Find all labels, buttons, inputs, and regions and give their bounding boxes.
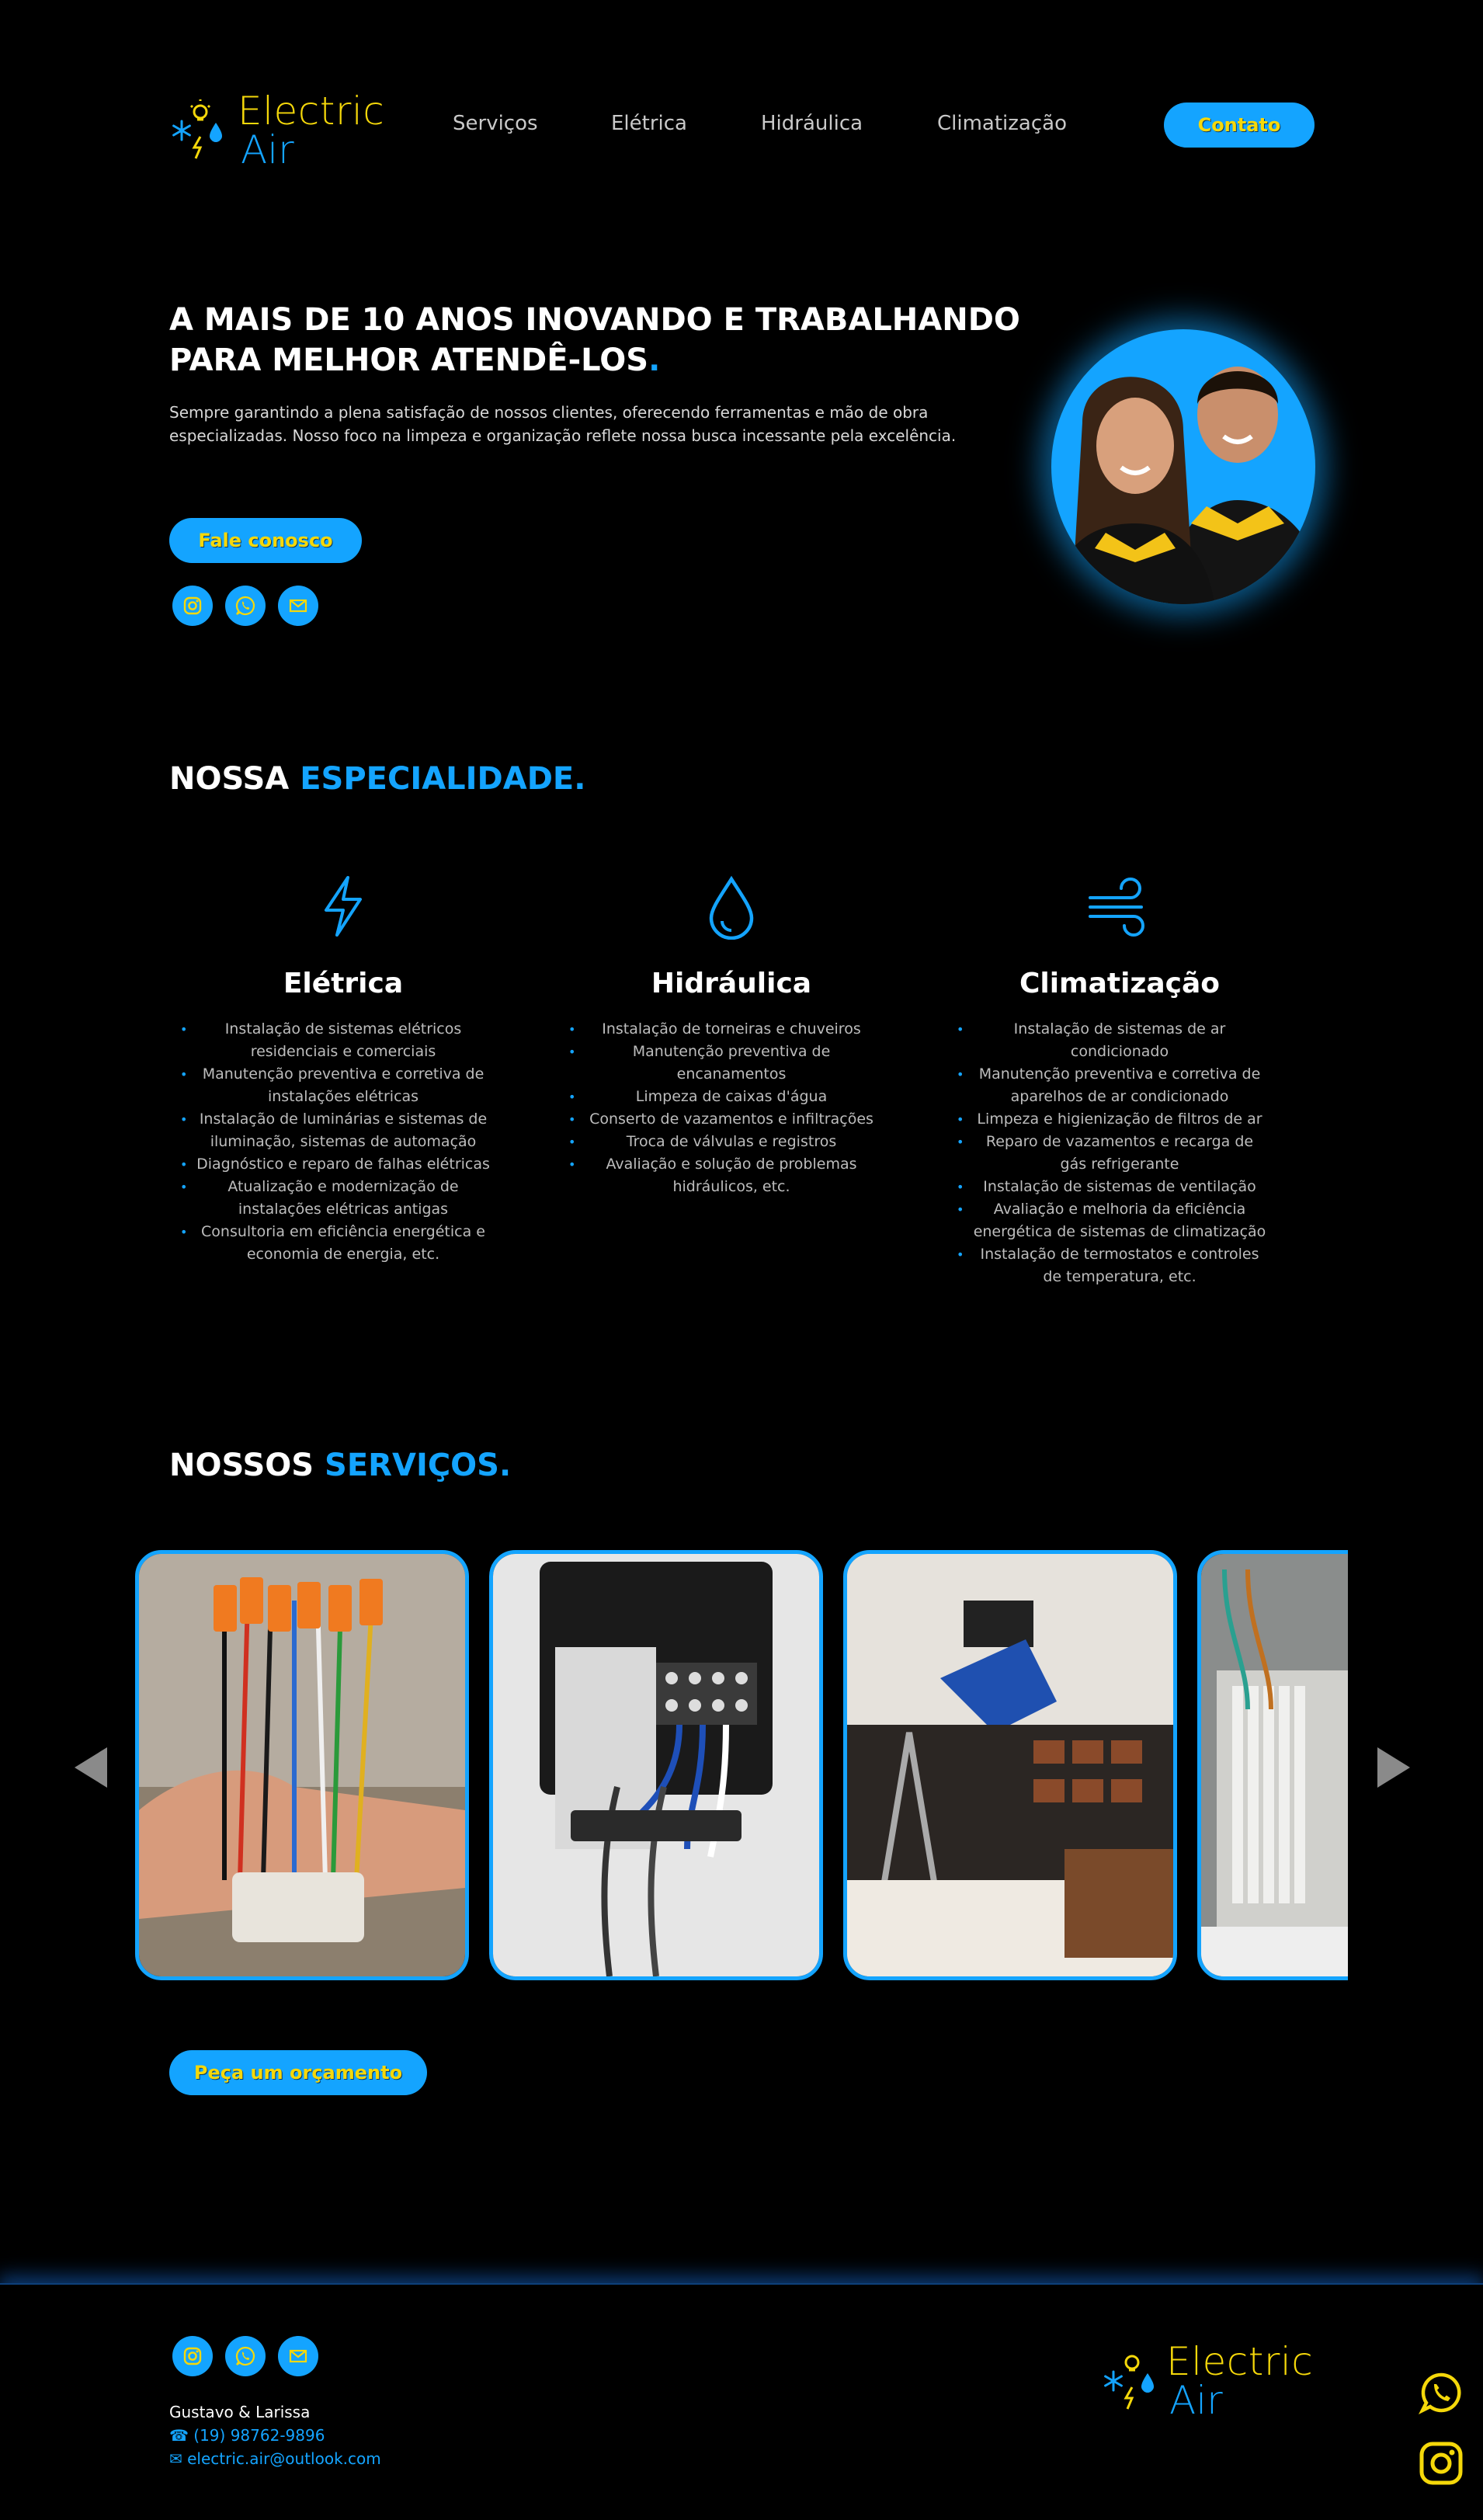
hero-email-button[interactable] — [278, 586, 318, 626]
nav-hidraulica[interactable]: Hidráulica — [761, 112, 863, 135]
services-section-title: NOSSOS SERVIÇOS. — [169, 1448, 511, 1483]
list-item: Instalação de termostatos e controles de… — [957, 1243, 1283, 1288]
list-item: Instalação de sistemas de ar condicionad… — [957, 1018, 1283, 1063]
snowflake-icon — [172, 120, 191, 141]
water-drop-icon — [709, 875, 754, 940]
list-item: Instalação de sistemas elétricos residen… — [180, 1018, 506, 1063]
footer-logo[interactable]: Electric Air — [1101, 2342, 1313, 2420]
hero-title: A MAIS DE 10 ANOS INOVANDO E TRABALHANDO… — [169, 300, 1031, 381]
specialty-title-plain: NOSSA — [169, 761, 300, 797]
list-item: Instalação de luminárias e sistemas de i… — [180, 1108, 506, 1153]
mail-icon — [289, 2349, 307, 2363]
contact-button[interactable]: Contato — [1164, 103, 1315, 148]
logo-text-air: Air — [1169, 2378, 1223, 2423]
service-photo-store-ceiling[interactable] — [843, 1550, 1177, 1980]
whatsapp-icon — [235, 596, 255, 616]
footer-owner-names: Gustavo & Larissa — [169, 2403, 311, 2421]
list-item: Troca de válvulas e registros — [568, 1131, 894, 1153]
service-photo-electrical-panel[interactable] — [1197, 1550, 1348, 1980]
specialty-list-eletrica: Instalação de sistemas elétricos residen… — [180, 1018, 506, 1266]
list-item: Manutenção preventiva e corretiva de apa… — [957, 1063, 1283, 1108]
small-drop-icon — [1141, 2373, 1154, 2393]
specialty-title-highlight: ESPECIALIDADE. — [300, 761, 586, 797]
specialty-column-climatizacao: Climatização Instalação de sistemas de a… — [957, 968, 1283, 1288]
footer-phone[interactable]: ☎ (19) 98762-9896 — [169, 2426, 325, 2445]
specialty-list-climatizacao: Instalação de sistemas de ar condicionad… — [957, 1018, 1283, 1288]
list-item: Avaliação e melhoria da eficiência energ… — [957, 1198, 1283, 1243]
small-drop-icon — [210, 123, 222, 142]
hero-whatsapp-button[interactable] — [225, 586, 266, 626]
footer-instagram-button[interactable] — [172, 2336, 213, 2376]
nav-climatizacao[interactable]: Climatização — [937, 112, 1067, 135]
services-title-highlight: SERVIÇOS. — [325, 1448, 512, 1483]
hero-couple-photo — [1051, 329, 1315, 604]
floating-whatsapp-button[interactable] — [1418, 2370, 1464, 2417]
logo-text-electric: Electric — [238, 89, 385, 134]
list-item: Limpeza de caixas d'água — [568, 1086, 894, 1108]
lightbulb-icon — [1124, 2355, 1140, 2372]
couple-illustration — [1051, 367, 1315, 604]
hero-title-text: A MAIS DE 10 ANOS INOVANDO E TRABALHANDO… — [169, 302, 1020, 378]
header-logo[interactable]: Electric Air — [169, 92, 384, 169]
talk-to-us-button[interactable]: Fale conosco — [169, 518, 362, 563]
small-bolt-icon — [1124, 2386, 1134, 2410]
specialty-list-hidraulica: Instalação de torneiras e chuveiros Manu… — [568, 1018, 894, 1198]
logo-emblem — [169, 99, 225, 162]
specialty-title-hidraulica: Hidráulica — [651, 968, 812, 999]
hero-title-dot: . — [648, 342, 661, 378]
specialty-title-climatizacao: Climatização — [1019, 968, 1221, 999]
list-item: Atualização e modernização de instalaçõe… — [180, 1176, 506, 1221]
specialty-column-hidraulica: Hidráulica Instalação de torneiras e chu… — [568, 968, 894, 1198]
hero-instagram-button[interactable] — [172, 586, 213, 626]
specialty-title-eletrica: Elétrica — [283, 968, 404, 999]
service-photo-wiring[interactable] — [135, 1550, 469, 1980]
envelope-icon: ✉ — [169, 2449, 188, 2468]
list-item: Conserto de vazamentos e infiltrações — [568, 1108, 894, 1131]
list-item: Manutenção preventiva e corretiva de ins… — [180, 1063, 506, 1108]
whatsapp-icon — [235, 2346, 255, 2366]
hero-description: Sempre garantindo a plena satisfação de … — [169, 403, 957, 445]
service-photo-ac-connection[interactable] — [489, 1550, 823, 1980]
lightbulb-icon — [189, 99, 211, 121]
list-item: Instalação de torneiras e chuveiros — [568, 1018, 894, 1041]
logo-text-air: Air — [241, 127, 294, 172]
nav-servicos[interactable]: Serviços — [453, 112, 538, 135]
mail-icon — [289, 599, 307, 613]
phone-icon: ☎ — [169, 2426, 194, 2445]
lightning-icon — [325, 876, 362, 937]
logo-text-electric: Electric — [1166, 2339, 1314, 2384]
request-quote-button[interactable]: Peça um orçamento — [169, 2050, 427, 2095]
list-item: Manutenção preventiva de encanamentos — [568, 1041, 894, 1086]
specialty-section-title: NOSSA ESPECIALIDADE. — [169, 761, 585, 797]
footer: Gustavo & Larissa ☎ (19) 98762-9896 ✉ el… — [0, 2283, 1483, 2520]
list-item: Avaliação e solução de problemas hidrául… — [568, 1153, 894, 1198]
snowflake-icon — [1104, 2370, 1123, 2392]
services-title-plain: NOSSOS — [169, 1448, 325, 1483]
instagram-icon — [183, 596, 202, 615]
small-bolt-icon — [192, 136, 203, 159]
footer-whatsapp-button[interactable] — [225, 2336, 266, 2376]
footer-email-address: electric.air@outlook.com — [187, 2449, 381, 2468]
nav-eletrica[interactable]: Elétrica — [611, 112, 687, 135]
whatsapp-icon — [1418, 2372, 1461, 2415]
floating-instagram-button[interactable] — [1418, 2440, 1464, 2487]
list-item: Diagnóstico e reparo de falhas elétricas — [180, 1153, 506, 1176]
list-item: Consultoria em eficiência energética e e… — [180, 1221, 506, 1266]
instagram-icon — [1419, 2442, 1463, 2485]
footer-phone-number: (19) 98762-9896 — [193, 2426, 325, 2445]
footer-email-button[interactable] — [278, 2336, 318, 2376]
wind-icon — [1089, 878, 1144, 937]
carousel-next-arrow[interactable] — [1377, 1747, 1410, 1788]
list-item: Reparo de vazamentos e recarga de gás re… — [957, 1131, 1283, 1176]
list-item: Instalação de sistemas de ventilação — [957, 1176, 1283, 1198]
footer-email[interactable]: ✉ electric.air@outlook.com — [169, 2449, 381, 2468]
logo-emblem — [1101, 2350, 1157, 2412]
specialty-column-eletrica: Elétrica Instalação de sistemas elétrico… — [180, 968, 506, 1266]
instagram-icon — [183, 2347, 202, 2365]
list-item: Limpeza e higienização de filtros de ar — [957, 1108, 1283, 1131]
carousel-prev-arrow[interactable] — [75, 1747, 107, 1788]
